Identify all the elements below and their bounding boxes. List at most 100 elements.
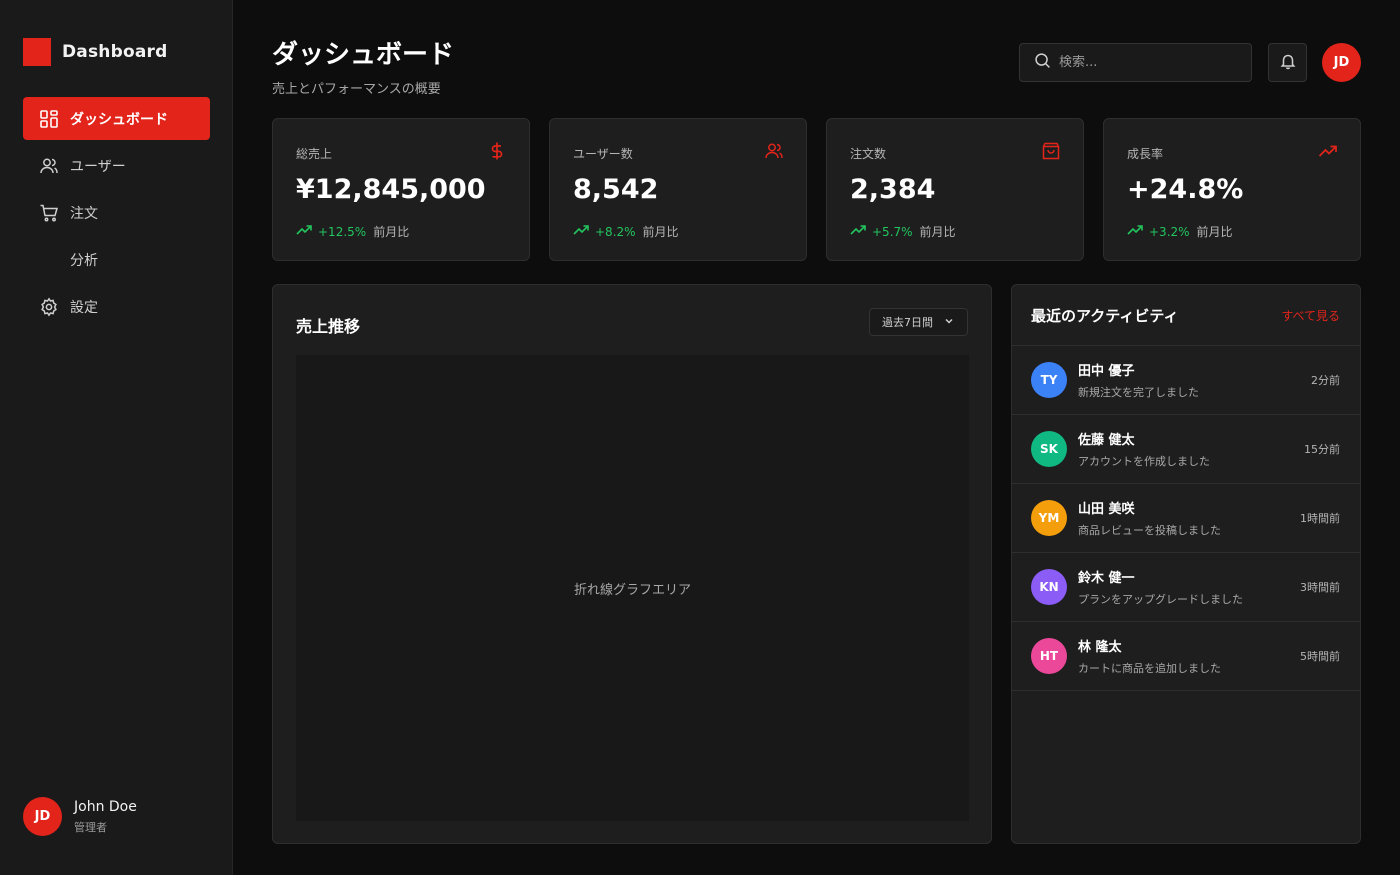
activity-user: 鈴木 健一 — [1078, 571, 1135, 586]
stat-value: 8,542 — [573, 174, 659, 205]
trending-up-icon — [1318, 141, 1338, 161]
stat-card-orders: 注文数 2,384 +5.7% 前月比 — [826, 118, 1084, 261]
activity-user: 林 隆太 — [1078, 640, 1122, 655]
stat-card-growth: 成長率 +24.8% +3.2% 前月比 — [1103, 118, 1361, 261]
activity-user: 山田 美咲 — [1078, 502, 1135, 517]
stat-value: ¥12,845,000 — [296, 174, 486, 205]
stat-card-revenue: 総売上 ¥12,845,000 +12.5% 前月比 — [272, 118, 530, 261]
list-item[interactable]: YM 山田 美咲 商品レビューを投稿しました 1時間前 — [1012, 484, 1360, 553]
activity-time: 15分前 — [1304, 443, 1340, 456]
activity-time: 2分前 — [1311, 374, 1340, 387]
user-profile[interactable]: JD John Doe 管理者 — [23, 797, 137, 836]
activity-text: 林 隆太 カートに商品を追加しました — [1078, 636, 1221, 676]
list-item[interactable]: HT 林 隆太 カートに商品を追加しました 5時間前 — [1012, 622, 1360, 691]
stat-change: +8.2% 前月比 — [573, 222, 679, 241]
activity-user: 佐藤 健太 — [1078, 433, 1135, 448]
stat-change-note: 前月比 — [919, 225, 956, 239]
list-item[interactable]: TY 田中 優子 新規注文を完了しました 2分前 — [1012, 346, 1360, 415]
sidebar-item-settings[interactable]: 設定 — [23, 285, 210, 328]
range-select-value: 過去7日間 — [882, 316, 933, 329]
sidebar-item-label: 注文 — [70, 205, 98, 222]
activity-action: プランをアップグレードしました — [1078, 593, 1243, 606]
header-avatar[interactable]: JD — [1322, 43, 1361, 82]
avatar: HT — [1031, 638, 1067, 674]
avatar: JD — [23, 797, 62, 836]
avatar: TY — [1031, 362, 1067, 398]
avatar: SK — [1031, 431, 1067, 467]
stat-change: +3.2% 前月比 — [1127, 222, 1233, 241]
stat-change: +12.5% 前月比 — [296, 222, 409, 241]
activity-panel: 最近のアクティビティ すべて見る TY 田中 優子 新規注文を完了しました 2分… — [1011, 284, 1361, 844]
page-subtitle: 売上とパフォーマンスの概要 — [272, 82, 441, 97]
avatar: KN — [1031, 569, 1067, 605]
activity-action: アカウントを作成しました — [1078, 455, 1210, 468]
see-all-link[interactable]: すべて見る — [1281, 307, 1340, 324]
activity-header: 最近のアクティビティ すべて見る — [1012, 285, 1360, 346]
search-box[interactable] — [1019, 43, 1252, 82]
stat-label: 総売上 — [296, 147, 333, 161]
sidebar-item-users[interactable]: ユーザー — [23, 144, 210, 187]
search-input[interactable] — [1059, 55, 1229, 70]
activity-time: 1時間前 — [1300, 512, 1340, 525]
activity-action: カートに商品を追加しました — [1078, 662, 1221, 675]
trending-up-icon — [850, 222, 872, 241]
activity-user: 田中 優子 — [1078, 364, 1135, 379]
shopping-bag-icon — [1041, 141, 1061, 161]
activity-action: 商品レビューを投稿しました — [1078, 524, 1221, 537]
stat-label: 成長率 — [1127, 147, 1164, 161]
dollar-icon — [487, 141, 507, 161]
avatar: YM — [1031, 500, 1067, 536]
profile-name: John Doe — [74, 798, 137, 815]
sidebar-item-label: ダッシュボード — [70, 111, 168, 128]
stat-value: 2,384 — [850, 174, 936, 205]
sales-chart-panel: 売上推移 過去7日間 折れ線グラフエリア — [272, 284, 992, 844]
grid-icon — [39, 109, 59, 129]
list-item[interactable]: KN 鈴木 健一 プランをアップグレードしました 3時間前 — [1012, 553, 1360, 622]
sidebar-item-orders[interactable]: 注文 — [23, 191, 210, 234]
cart-icon — [39, 203, 59, 223]
sidebar-nav: ダッシュボード ユーザー 注文 分析 設定 — [23, 97, 210, 332]
stat-label: 注文数 — [850, 147, 887, 161]
chart-placeholder: 折れ線グラフエリア — [296, 355, 969, 821]
brand-logo — [23, 38, 51, 66]
trending-up-icon — [573, 222, 595, 241]
analytics-icon — [39, 250, 59, 270]
activity-text: 佐藤 健太 アカウントを作成しました — [1078, 429, 1210, 469]
stat-change: +5.7% 前月比 — [850, 222, 956, 241]
stat-change-value: +5.7% — [872, 224, 913, 239]
chart-title: 売上推移 — [296, 317, 361, 336]
activity-time: 5時間前 — [1300, 650, 1340, 663]
stat-label: ユーザー数 — [573, 147, 633, 161]
list-item[interactable]: SK 佐藤 健太 アカウントを作成しました 15分前 — [1012, 415, 1360, 484]
range-select[interactable]: 過去7日間 — [869, 308, 968, 336]
page-title: ダッシュボード — [272, 40, 455, 70]
trending-up-icon — [1127, 222, 1149, 241]
activity-action: 新規注文を完了しました — [1078, 386, 1199, 399]
profile-role: 管理者 — [74, 820, 107, 834]
sidebar: Dashboard ダッシュボード ユーザー 注文 分析 設定 JD John … — [0, 0, 233, 875]
sidebar-item-label: 設定 — [70, 299, 98, 316]
stat-change-note: 前月比 — [373, 225, 410, 239]
stat-change-note: 前月比 — [642, 225, 679, 239]
brand[interactable]: Dashboard — [23, 38, 167, 66]
stat-change-value: +12.5% — [318, 224, 367, 239]
sidebar-item-analytics[interactable]: 分析 — [23, 238, 210, 281]
stat-card-users: ユーザー数 8,542 +8.2% 前月比 — [549, 118, 807, 261]
activity-text: 田中 優子 新規注文を完了しました — [1078, 360, 1199, 400]
brand-name: Dashboard — [62, 42, 168, 62]
stat-value: +24.8% — [1127, 174, 1244, 205]
activity-text: 鈴木 健一 プランをアップグレードしました — [1078, 567, 1243, 607]
chevron-down-icon — [933, 315, 955, 330]
sidebar-item-label: ユーザー — [70, 158, 126, 175]
notifications-button[interactable] — [1268, 43, 1307, 82]
stat-change-value: +3.2% — [1149, 224, 1190, 239]
sidebar-item-label: 分析 — [70, 252, 98, 269]
search-icon — [1034, 52, 1051, 73]
users-icon — [764, 141, 784, 161]
users-icon — [39, 156, 59, 176]
sidebar-item-dashboard[interactable]: ダッシュボード — [23, 97, 210, 140]
activity-time: 3時間前 — [1300, 581, 1340, 594]
activity-text: 山田 美咲 商品レビューを投稿しました — [1078, 498, 1221, 538]
trending-up-icon — [296, 222, 318, 241]
stat-change-note: 前月比 — [1196, 225, 1233, 239]
